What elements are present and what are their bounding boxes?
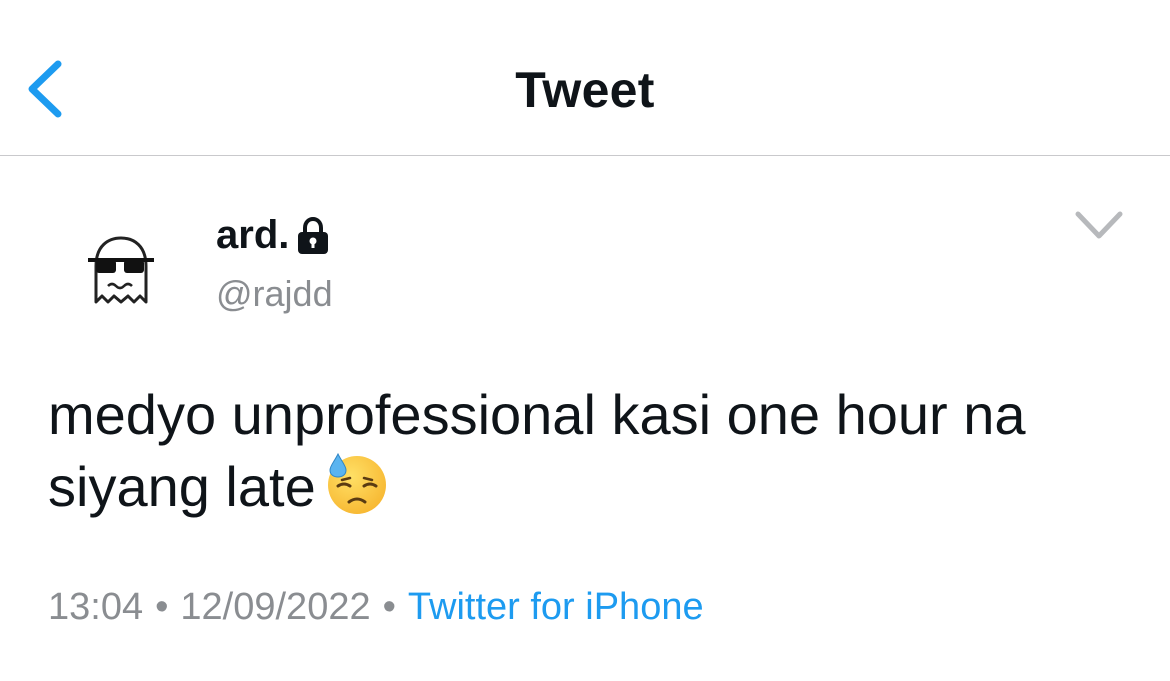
tweet-body: medyo unprofessional kasi one hour na si… [48,383,1026,518]
author-name[interactable]: ard. [216,211,289,259]
tweet-date: 12/09/2022 [180,586,371,628]
page-title: Tweet [515,62,655,118]
tweet-text: medyo unprofessional kasi one hour na si… [48,380,1128,522]
tweet-source-link[interactable]: Twitter for iPhone [408,586,704,628]
author-handle[interactable]: @rajdd [216,272,333,316]
navigation-bar: Tweet [0,0,1170,156]
tweet-metadata: 13:04 • 12/09/2022 • Twitter for iPhone [48,584,704,630]
chevron-down-icon[interactable] [1074,208,1124,242]
avatar[interactable] [84,232,158,306]
downcast-face-with-sweat-emoji-icon [327,452,386,514]
author-name-row[interactable]: ard. [216,210,331,260]
tweet-time: 13:04 [48,586,144,628]
separator-dot: • [155,586,169,628]
separator-dot: • [382,586,396,628]
lock-icon [298,217,329,254]
